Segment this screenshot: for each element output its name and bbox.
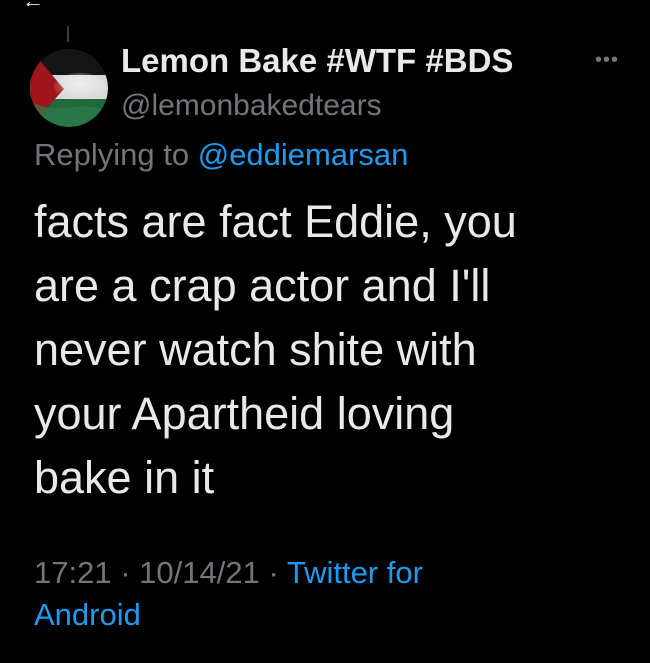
tweet-text-line: facts are fact Eddie, you (34, 196, 517, 247)
tweet-text-line: never watch shite with (34, 324, 477, 375)
tweet-time[interactable]: 17:21 (34, 555, 112, 590)
thread-connector-line (67, 26, 69, 42)
tweet-text: facts are fact Eddie, you are a crap act… (34, 190, 624, 510)
replying-to: Replying to @eddiemarsan (34, 137, 408, 173)
top-bar-fragment: ← (0, 0, 650, 6)
tweet-source-line1[interactable]: Twitter for (287, 555, 423, 590)
author-handle[interactable]: @lemonbakedtears (121, 89, 382, 123)
tweet-text-line: are a crap actor and I'll (34, 260, 491, 311)
meta-separator: · (120, 555, 131, 590)
author-name[interactable]: Lemon Bake #WTF #BDS (121, 42, 513, 80)
avatar[interactable] (30, 49, 108, 127)
meta-separator: · (268, 555, 279, 590)
tweet-metadata: 17:21 · 10/14/21 · Twitter for Android (34, 552, 594, 636)
replying-to-mention[interactable]: @eddiemarsan (198, 137, 409, 172)
more-options-icon[interactable]: ••• (592, 50, 622, 70)
tweet-text-line: your Apartheid loving (34, 388, 455, 439)
tweet-source-line2[interactable]: Android (34, 597, 141, 632)
tweet-text-line: bake in it (34, 452, 215, 503)
replying-prefix: Replying to (34, 137, 190, 172)
back-arrow-icon[interactable]: ← (22, 0, 44, 6)
tweet-date[interactable]: 10/14/21 (139, 555, 260, 590)
palestine-flag-avatar-icon (30, 49, 108, 127)
